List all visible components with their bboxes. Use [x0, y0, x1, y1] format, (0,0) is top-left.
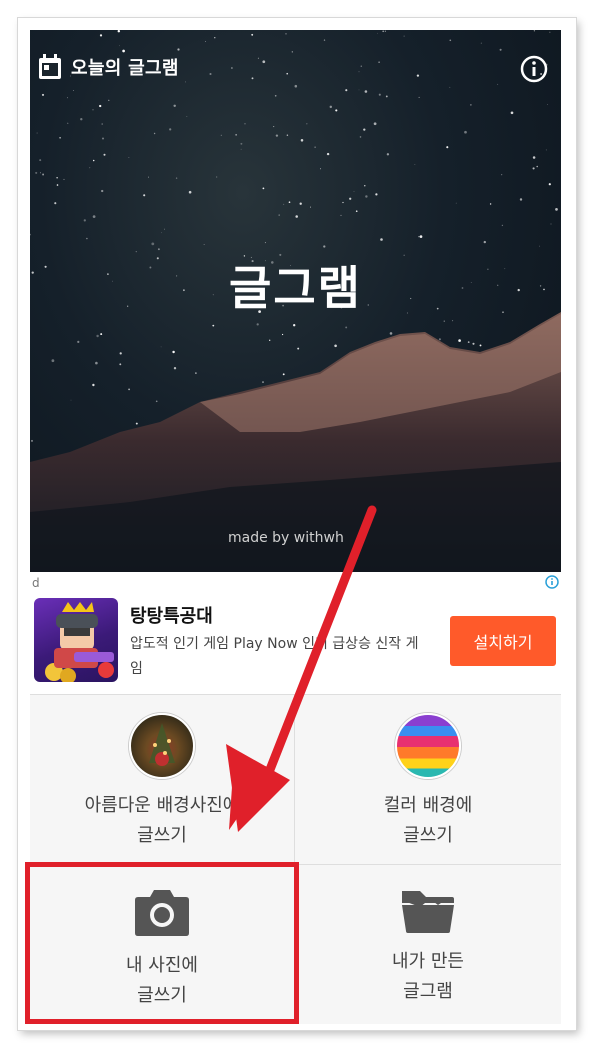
- adchoices-icon[interactable]: [545, 575, 559, 589]
- credit-text: made by withwh: [228, 530, 344, 546]
- game-character-icon: [45, 602, 114, 682]
- hero-title: 글그램: [229, 261, 362, 315]
- menu-label: 아름다운 배경사진에 글쓰기: [84, 795, 240, 846]
- calendar-icon[interactable]: [38, 54, 62, 80]
- ad-game-image[interactable]: [34, 598, 118, 682]
- app-title: 오늘의 글그램: [71, 58, 179, 79]
- hero-banner[interactable]: 오늘의 글그램 글그램 made by withwh: [30, 30, 561, 572]
- menu-beautiful-bg[interactable]: 아름다운 배경사진에 글쓰기: [30, 694, 295, 864]
- ad-banner[interactable]: d 탕탕특공대 압도적 인기 게임 Play Now 인기 급상승 신작 게임 …: [30, 572, 561, 694]
- annotation-highlight-box: [25, 862, 299, 1024]
- install-button[interactable]: 설치하기: [450, 616, 556, 666]
- ad-title[interactable]: 탕탕특공대: [130, 602, 213, 628]
- info-icon[interactable]: [519, 54, 549, 84]
- ad-corner-mark: d: [32, 576, 40, 590]
- menu-my-gallery[interactable]: 내가 만든 글그램: [295, 864, 561, 1024]
- menu-color-bg[interactable]: 컬러 배경에 글쓰기: [295, 694, 561, 864]
- folder-open-icon: [402, 891, 454, 933]
- tree-photo-thumbnail: [129, 713, 195, 779]
- menu-label: 컬러 배경에 글쓰기: [383, 795, 473, 846]
- ad-description: 압도적 인기 게임 Play Now 인기 급상승 신작 게임: [130, 636, 419, 677]
- menu-label: 내가 만든 글그램: [392, 951, 464, 1002]
- color-swatch-thumbnail: [395, 713, 461, 779]
